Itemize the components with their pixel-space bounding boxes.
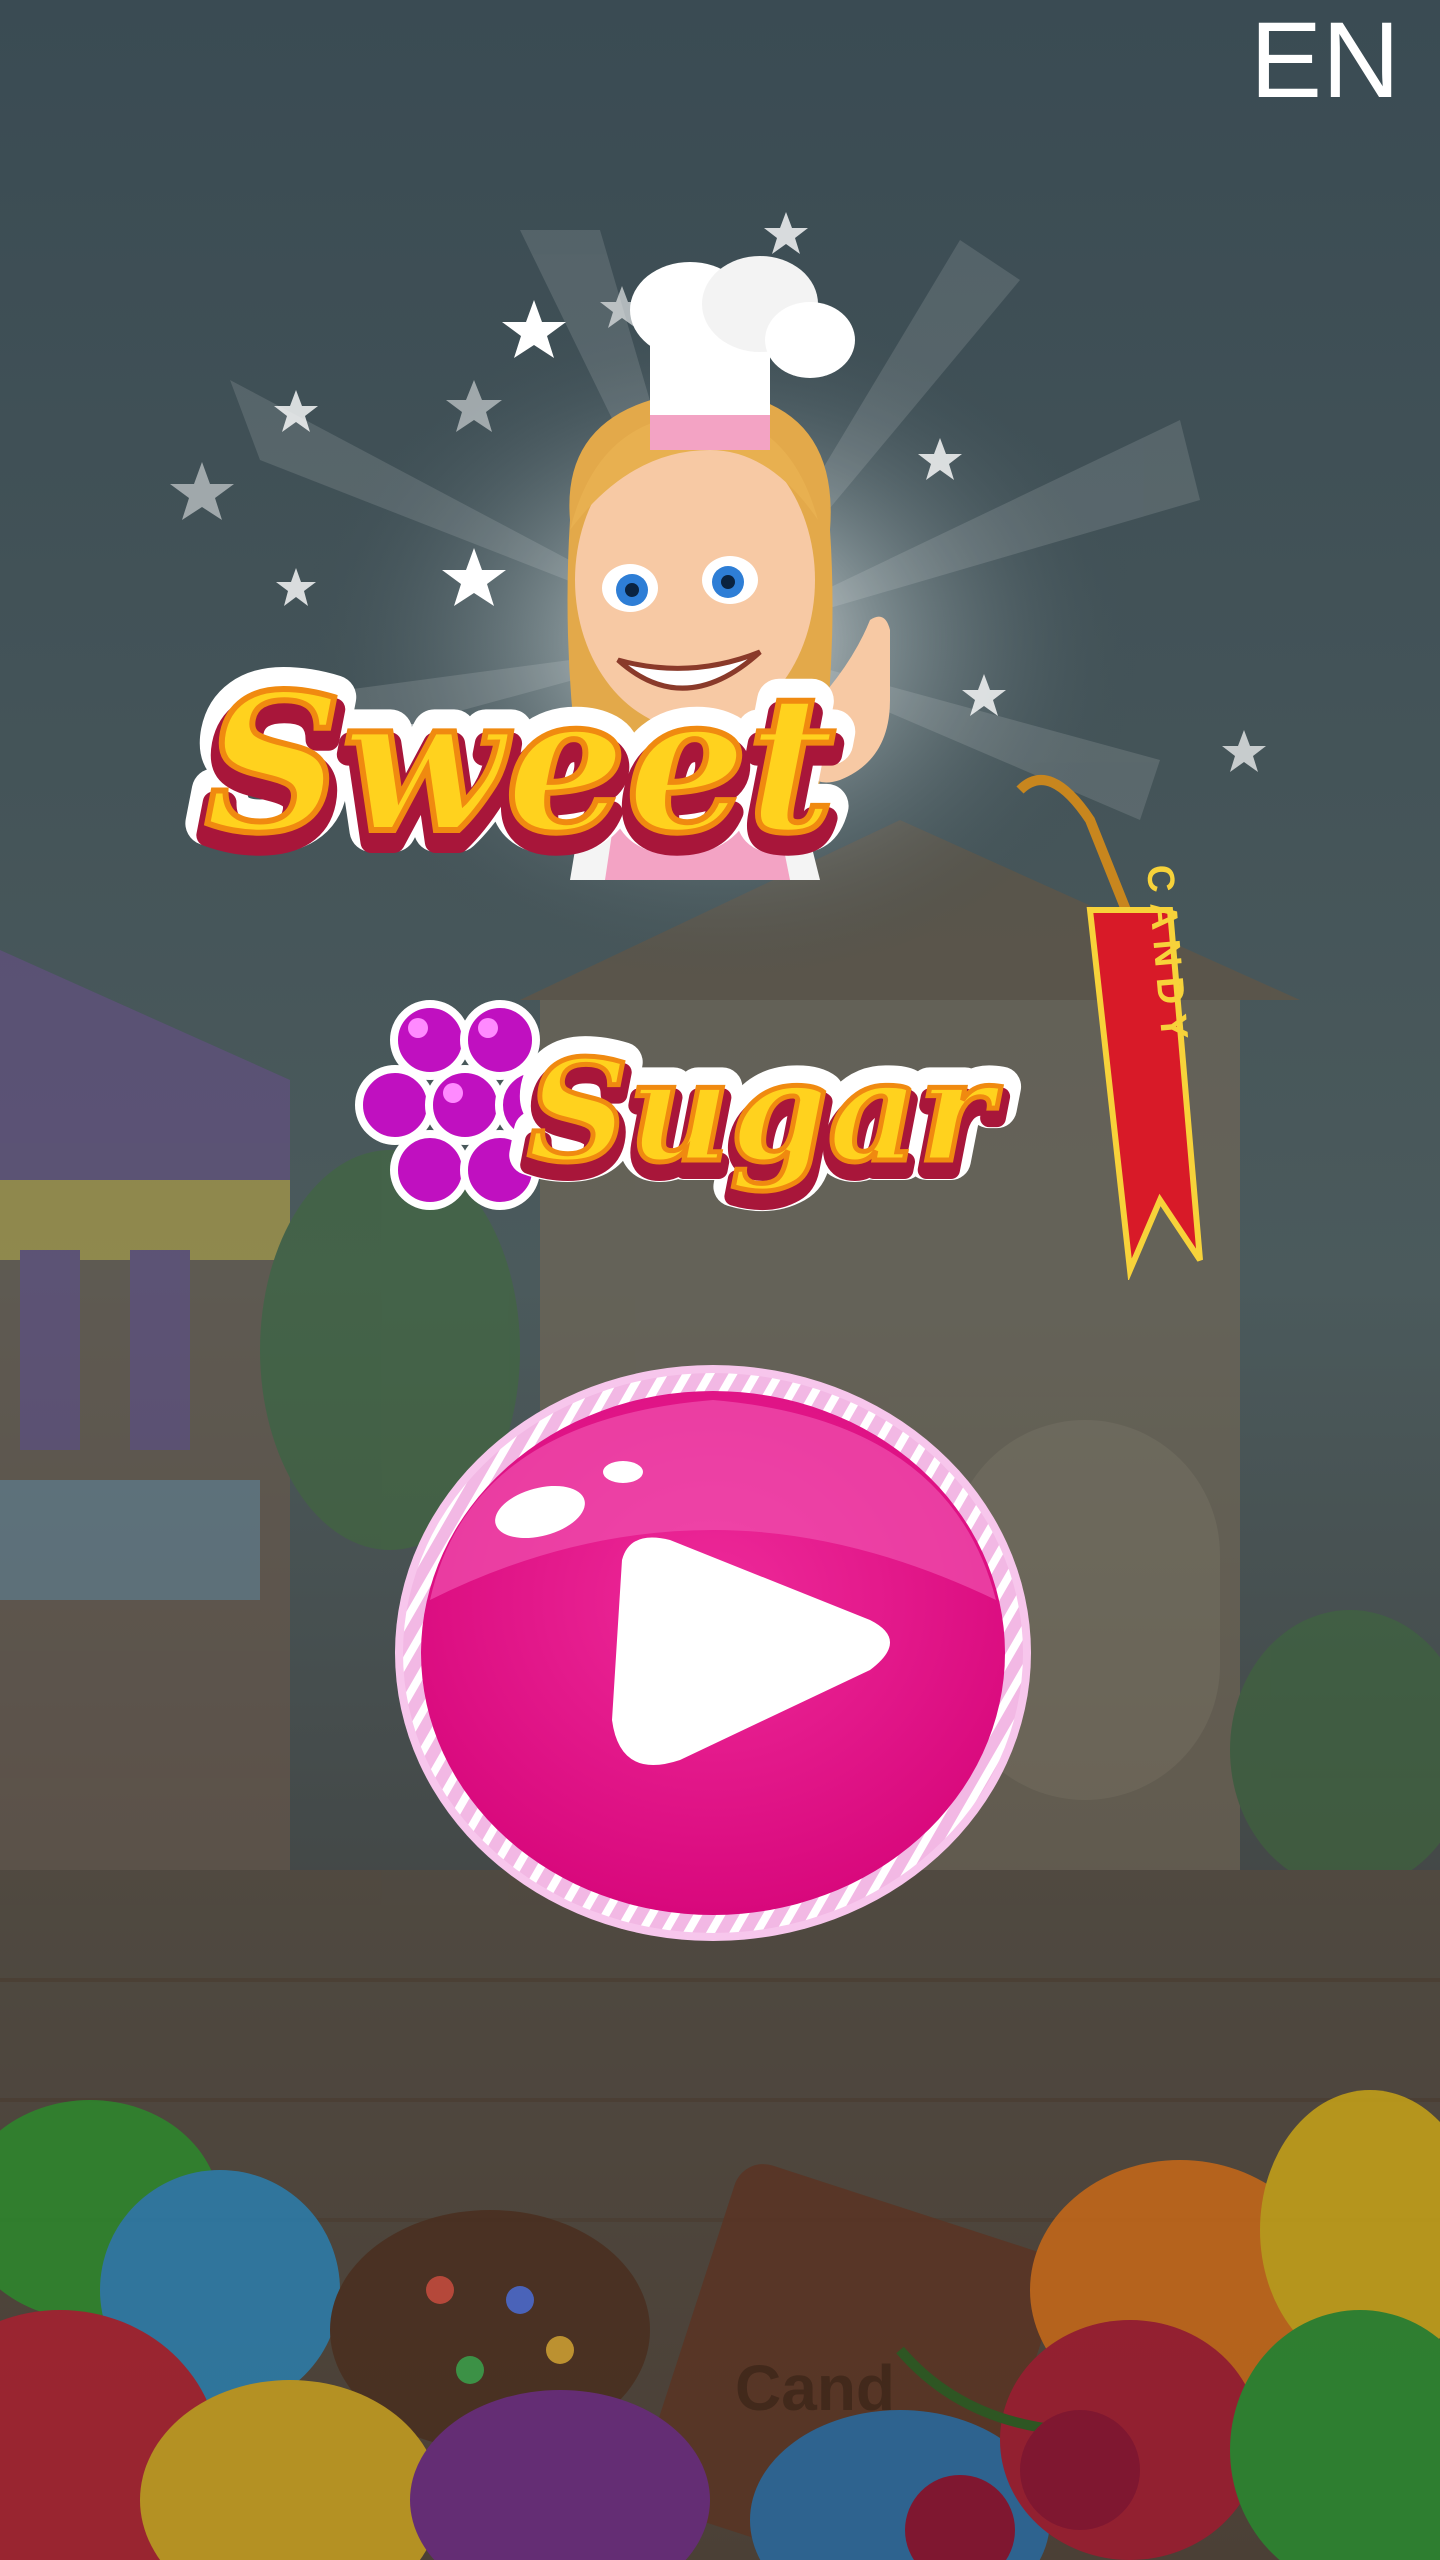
game-logo: Sweet Sweet Sweet Sugar Sugar Sugar CAND… (170, 212, 1266, 1280)
play-button[interactable] (390, 1360, 1036, 1946)
logo-title-sweet: Sweet (205, 652, 835, 875)
logo-title-sugar: Sugar (527, 1030, 1001, 1194)
candy-ribbon: CANDY (1016, 775, 1203, 1280)
language-button[interactable]: EN (1250, 0, 1400, 114)
play-icon (395, 1365, 1031, 1941)
chocolate-bar-text: Cand (735, 2352, 895, 2424)
